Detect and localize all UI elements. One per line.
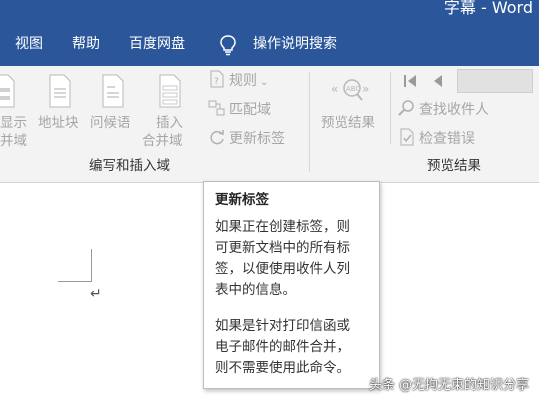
group-label-write-insert: 编写和插入域 — [89, 158, 170, 174]
tell-me-search[interactable]: 操作说明搜索 — [253, 22, 337, 66]
tooltip-line: 可更新文档中的所有标 — [215, 240, 350, 256]
check-errors-icon — [400, 128, 414, 146]
update-labels-label: 更新标签 — [229, 131, 285, 147]
check-errors-label: 检查错误 — [419, 131, 475, 147]
menu-bar: 视图 帮助 百度网盘 操作说明搜索 — [0, 22, 539, 66]
first-record-icon[interactable] — [402, 73, 418, 89]
match-fields-icon — [208, 100, 225, 116]
insert-merge-field-label-1[interactable]: 插入 — [156, 114, 183, 132]
margin-crop-mark-horizontal — [58, 281, 92, 282]
chevron-down-icon: ⌄ — [260, 77, 269, 88]
watermark: 头条 @无拘无束的知识分享 — [368, 378, 529, 393]
tooltip-line: 如果是针对打印信函或 — [215, 318, 350, 334]
insert-merge-field-icon[interactable] — [158, 74, 182, 108]
greeting-line-label[interactable]: 问候语 — [90, 114, 131, 132]
button-separator — [390, 72, 391, 144]
lightbulb-icon[interactable] — [219, 34, 237, 56]
tab-help[interactable]: 帮助 — [72, 22, 100, 66]
tab-baidu-netdisk[interactable]: 百度网盘 — [129, 22, 185, 66]
previous-record-icon[interactable] — [431, 73, 445, 89]
rules-icon: ? — [210, 70, 224, 88]
svg-text:«: « — [331, 82, 338, 96]
insert-merge-field-label-2[interactable]: 合并域 — [142, 132, 183, 150]
tooltip-line: 表中的信息。 — [215, 282, 296, 298]
check-errors-button[interactable]: 检查错误 — [398, 128, 475, 150]
address-block-label[interactable]: 地址块 — [38, 114, 79, 132]
match-fields-button[interactable]: 匹配域 — [208, 99, 271, 121]
highlight-fields-label-2[interactable]: 并域 — [0, 132, 27, 150]
group-label-preview: 预览结果 — [427, 158, 481, 174]
tooltip-line: 如果正在创建标签，则 — [215, 219, 350, 235]
match-fields-label: 匹配域 — [229, 102, 271, 118]
window-title: 字幕 - Word — [443, 0, 533, 17]
find-recipient-button[interactable]: 查找收件人 — [398, 99, 489, 121]
margin-crop-mark-vertical — [91, 249, 92, 282]
tooltip-update-labels: 更新标签 如果正在创建标签，则 可更新文档中的所有标 签，以便使用收件人列 表中… — [203, 181, 380, 389]
update-labels-button[interactable]: 更新标签 — [208, 128, 285, 150]
tooltip-title: 更新标签 — [215, 192, 269, 208]
group-separator — [309, 72, 310, 172]
update-labels-icon — [210, 130, 224, 145]
paragraph-mark-icon: ↵ — [90, 286, 102, 302]
rules-button[interactable]: ? 规则 ⌄ — [208, 70, 268, 92]
highlight-fields-icon — [0, 74, 15, 108]
tooltip-line: 电子邮件的邮件合并， — [215, 339, 350, 355]
address-block-icon[interactable] — [48, 74, 72, 108]
preview-results-icon[interactable]: « ABC » — [331, 77, 371, 105]
rules-label: 规则 — [229, 73, 257, 89]
highlight-fields-label-1[interactable]: 显示 — [0, 114, 27, 132]
svg-text:»: » — [362, 82, 369, 96]
svg-text:ABC: ABC — [346, 85, 360, 93]
svg-text:?: ? — [214, 77, 219, 87]
tooltip-line: 则不需要使用此命令。 — [215, 360, 350, 376]
tooltip-line: 签，以便使用收件人列 — [215, 261, 350, 277]
find-recipient-icon — [398, 100, 414, 116]
preview-results-label[interactable]: 预览结果 — [321, 114, 375, 132]
title-bar: 字幕 - Word — [0, 0, 539, 22]
record-number-input[interactable] — [457, 69, 533, 93]
tab-view[interactable]: 视图 — [15, 22, 43, 66]
greeting-line-icon[interactable] — [101, 74, 125, 108]
find-recipient-label: 查找收件人 — [419, 102, 489, 118]
